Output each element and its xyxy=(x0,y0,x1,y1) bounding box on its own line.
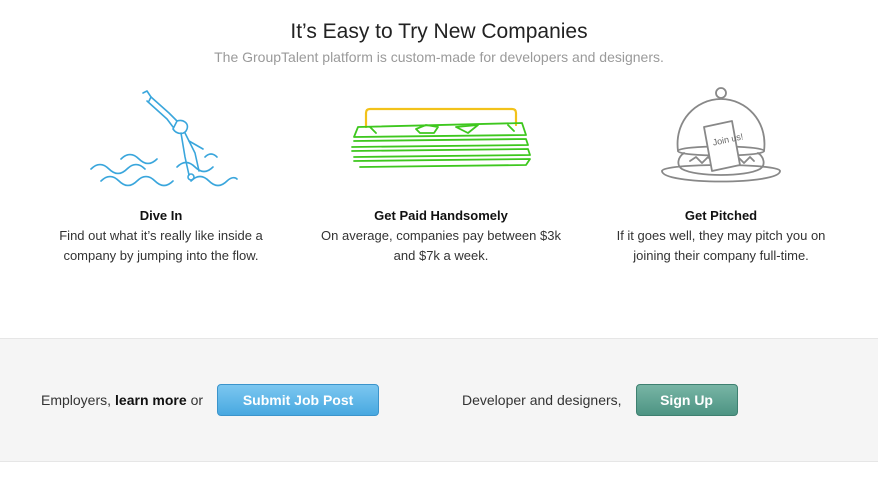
sign-up-button[interactable]: Sign Up xyxy=(635,384,738,416)
feature-title: Get Pitched xyxy=(684,208,758,223)
diver-icon xyxy=(21,78,301,198)
developers-text: Developer and designers, xyxy=(462,392,622,408)
employers-cta: Employers, learn more or Submit Job Post xyxy=(41,384,380,416)
section-title: It’s Easy to Try New Companies xyxy=(290,20,588,43)
feature-dive-in: Dive In Find out what it’s really like i… xyxy=(21,78,301,266)
feature-title: Get Paid Handsomely xyxy=(374,208,508,223)
call-to-action-bar: Employers, learn more or Submit Job Post… xyxy=(0,338,878,462)
developers-cta: Developer and designers, Sign Up xyxy=(462,384,738,416)
employers-suffix: or xyxy=(190,392,204,408)
submit-job-post-button[interactable]: Submit Job Post xyxy=(217,384,380,416)
feature-description: On average, companies pay between $3k an… xyxy=(321,228,561,263)
feature-get-paid: Get Paid Handsomely On average, companie… xyxy=(301,78,581,266)
footer-area xyxy=(0,462,878,493)
feature-description: If it goes well, they may pitch you on j… xyxy=(616,228,826,263)
learn-more-link[interactable]: learn more xyxy=(115,392,187,408)
money-stack-icon xyxy=(301,78,581,198)
feature-description: Find out what it’s really like inside a … xyxy=(59,228,263,263)
cloche-icon: Join us! xyxy=(581,78,861,198)
feature-get-pitched: Join us! Get Pitched If it goes well, th… xyxy=(581,78,861,266)
section-subtitle: The GroupTalent platform is custom-made … xyxy=(214,49,664,65)
how-it-works-section: It’s Easy to Try New Companies The Group… xyxy=(0,0,878,338)
feature-title: Dive In xyxy=(139,208,183,223)
employers-prefix: Employers, xyxy=(41,392,112,408)
